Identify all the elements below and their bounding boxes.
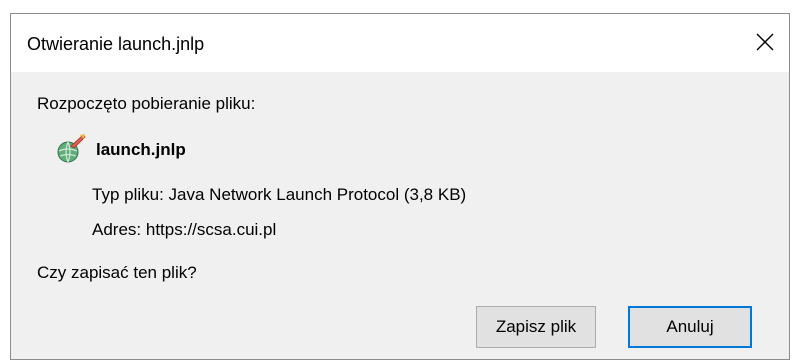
save-file-button[interactable]: Zapisz plik	[476, 306, 596, 348]
java-web-start-icon	[57, 134, 86, 163]
address-value: https://scsa.cui.pl	[145, 220, 277, 239]
download-dialog: Otwieranie launch.jnlp Rozpoczęto pobier…	[10, 13, 790, 360]
cancel-button[interactable]: Anuluj	[628, 306, 752, 348]
file-type-value: Java Network Launch Protocol (3,8 KB)	[168, 185, 467, 204]
title-bar: Otwieranie launch.jnlp	[11, 14, 789, 72]
close-icon	[756, 33, 774, 51]
file-name: launch.jnlp	[96, 140, 186, 159]
dialog-title: Otwieranie launch.jnlp	[27, 34, 205, 54]
save-question: Czy zapisać ten plik?	[37, 263, 197, 282]
file-type-row: Typ pliku: Java Network Launch Protocol …	[92, 184, 466, 206]
address-row: Adres: https://scsa.cui.pl	[92, 219, 276, 241]
download-heading: Rozpoczęto pobieranie pliku:	[37, 94, 256, 113]
close-button[interactable]	[743, 14, 789, 72]
file-type-label: Typ pliku:	[92, 185, 164, 204]
address-label: Adres:	[92, 220, 142, 239]
